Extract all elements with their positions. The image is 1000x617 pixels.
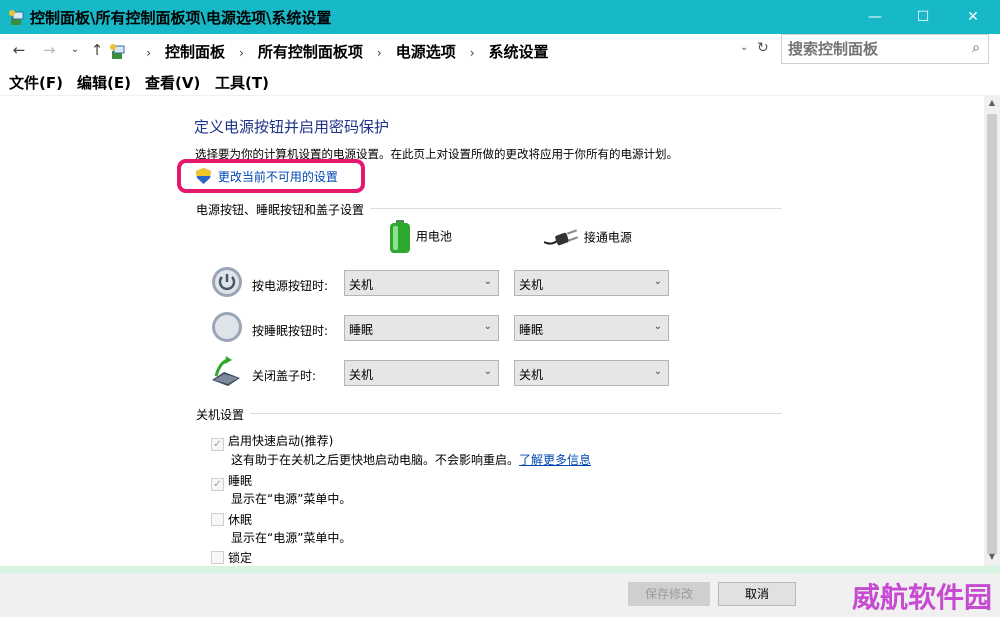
cancel-button[interactable]: 取消	[718, 582, 796, 606]
fast-startup-checkbox[interactable]: ✓	[211, 438, 224, 451]
minimize-button[interactable]: —	[852, 0, 898, 34]
power-button-plugged-select[interactable]: 关机 ⌄	[514, 270, 669, 296]
scroll-up-icon[interactable]: ▲	[984, 98, 1000, 107]
breadcrumb: › 控制面板 › 所有控制面板项 › 电源选项 › 系统设置	[109, 41, 549, 62]
watermark: 威航软件园	[852, 581, 993, 614]
fast-startup-description: 这有助于在关机之后更快地启动电脑。不会影响重启。了解更多信息	[231, 451, 591, 468]
battery-icon	[390, 220, 410, 253]
lock-option-label: 锁定	[228, 551, 253, 565]
lock-option[interactable]: 锁定	[211, 549, 252, 566]
recent-locations-button[interactable]: ⌄	[66, 40, 84, 60]
chevron-down-icon: ⌄	[483, 276, 492, 287]
power-button-battery-select[interactable]: 关机 ⌄	[344, 270, 499, 296]
lid-close-plugged-value: 关机	[519, 368, 544, 382]
search-icon[interactable]: ⌕	[972, 40, 980, 56]
search-box[interactable]: ⌕	[781, 34, 989, 64]
footer-accent	[0, 566, 1000, 573]
sleep-option-description: 显示在“电源”菜单中。	[231, 492, 352, 506]
sleep-checkbox[interactable]: ✓	[211, 478, 224, 491]
chevron-down-icon: ⌄	[653, 276, 662, 287]
breadcrumb-item-power-options[interactable]: 电源选项	[396, 43, 456, 61]
chevron-down-icon: ⌄	[483, 366, 492, 377]
page-title: 定义电源按钮并启用密码保护	[194, 118, 390, 136]
menu-edit[interactable]: 编辑(E)	[77, 72, 131, 93]
save-changes-button[interactable]: 保存修改	[628, 582, 710, 606]
menu-file[interactable]: 文件(F)	[9, 72, 63, 93]
power-buttons-heading: 电源按钮、睡眠按钮和盖子设置	[196, 203, 365, 217]
sleep-button-plugged-select[interactable]: 睡眠 ⌄	[514, 315, 669, 341]
breadcrumb-separator[interactable]: ›	[146, 46, 151, 60]
sleep-button-battery-select[interactable]: 睡眠 ⌄	[344, 315, 499, 341]
fast-startup-option[interactable]: ✓ 启用快速启动(推荐)	[211, 432, 333, 451]
fast-startup-desc-text: 这有助于在关机之后更快地启动电脑。不会影响重启。	[231, 453, 520, 467]
refresh-button[interactable]: ↻	[757, 40, 769, 56]
lid-close-battery-select[interactable]: 关机 ⌄	[344, 360, 499, 386]
sleep-button-battery-value: 睡眠	[349, 323, 374, 337]
forward-button[interactable]: →	[40, 40, 58, 60]
sleep-option-label: 睡眠	[228, 474, 253, 488]
learn-more-link[interactable]: 了解更多信息	[519, 453, 591, 467]
battery-column-label: 用电池	[415, 229, 452, 244]
menu-tools[interactable]: 工具(T)	[215, 72, 269, 93]
breadcrumb-separator[interactable]: ›	[377, 46, 382, 60]
lid-close-label: 关闭盖子时:	[252, 369, 317, 383]
power-button-plugged-value: 关机	[519, 278, 544, 292]
power-plug-icon	[544, 229, 579, 246]
sleep-option[interactable]: ✓ 睡眠	[211, 472, 252, 491]
breadcrumb-separator[interactable]: ›	[239, 46, 244, 60]
hibernate-option-label: 休眠	[228, 513, 253, 527]
sleep-icon	[212, 312, 242, 342]
lid-close-plugged-select[interactable]: 关机 ⌄	[514, 360, 669, 386]
back-button[interactable]: ←	[10, 40, 28, 60]
battery-column-header: 用电池	[388, 220, 452, 254]
power-button-label: 按电源按钮时:	[252, 279, 329, 293]
uac-shield-icon	[196, 168, 211, 184]
title-bar: 控制面板\所有控制面板项\电源选项\系统设置 — ☐ ✕	[0, 0, 1000, 34]
footer-bar	[0, 566, 1000, 617]
content-pane: 定义电源按钮并启用密码保护 选择要为你的计算机设置的电源设置。在此页上对设置所做…	[0, 96, 984, 566]
sleep-button-plugged-value: 睡眠	[519, 323, 544, 337]
change-settings-link-label[interactable]: 更改当前不可用的设置	[218, 170, 338, 184]
maximize-button[interactable]: ☐	[900, 0, 946, 34]
breadcrumb-item-system-settings[interactable]: 系统设置	[489, 43, 549, 61]
plugged-column-label: 接通电源	[583, 230, 632, 245]
sleep-button-label: 按睡眠按钮时:	[252, 324, 329, 338]
breadcrumb-separator[interactable]: ›	[470, 46, 475, 60]
laptop-lid-icon	[212, 356, 240, 386]
chevron-down-icon: ⌄	[653, 321, 662, 332]
chevron-down-icon: ⌄	[483, 321, 492, 332]
window-title: 控制面板\所有控制面板项\电源选项\系统设置	[30, 9, 332, 27]
lock-checkbox[interactable]	[211, 551, 224, 564]
power-button-battery-value: 关机	[349, 278, 374, 292]
address-box[interactable]: › 控制面板 › 所有控制面板项 › 电源选项 › 系统设置	[108, 38, 776, 64]
breadcrumb-item-all-items[interactable]: 所有控制面板项	[258, 43, 363, 61]
lid-close-battery-value: 关机	[349, 368, 374, 382]
menu-bar: 文件(F) 编辑(E) 查看(V) 工具(T)	[0, 66, 1000, 96]
hibernate-checkbox[interactable]	[211, 513, 224, 526]
power-icon	[212, 267, 242, 297]
control-panel-icon	[110, 44, 125, 59]
hibernate-option[interactable]: 休眠	[211, 511, 252, 528]
plugged-column-header: 接通电源	[544, 228, 632, 248]
address-dropdown-button[interactable]: ⌄	[740, 42, 748, 53]
up-button[interactable]: ↑	[88, 40, 106, 60]
change-settings-link[interactable]: 更改当前不可用的设置	[196, 168, 338, 185]
shutdown-settings-heading: 关机设置	[196, 408, 245, 422]
fast-startup-label: 启用快速启动(推荐)	[228, 434, 334, 448]
hibernate-option-description: 显示在“电源”菜单中。	[231, 531, 352, 545]
chevron-down-icon: ⌄	[653, 366, 662, 377]
scrollbar-thumb[interactable]	[987, 114, 997, 554]
section-divider	[370, 208, 782, 209]
scroll-down-icon[interactable]: ▼	[984, 552, 1000, 561]
breadcrumb-item-control-panel[interactable]: 控制面板	[165, 43, 225, 61]
search-input[interactable]	[788, 38, 958, 60]
control-panel-icon	[9, 10, 24, 25]
close-button[interactable]: ✕	[950, 0, 996, 34]
vertical-scrollbar[interactable]: ▲ ▼	[984, 96, 1000, 566]
section-divider	[250, 413, 782, 414]
menu-view[interactable]: 查看(V)	[145, 72, 200, 93]
